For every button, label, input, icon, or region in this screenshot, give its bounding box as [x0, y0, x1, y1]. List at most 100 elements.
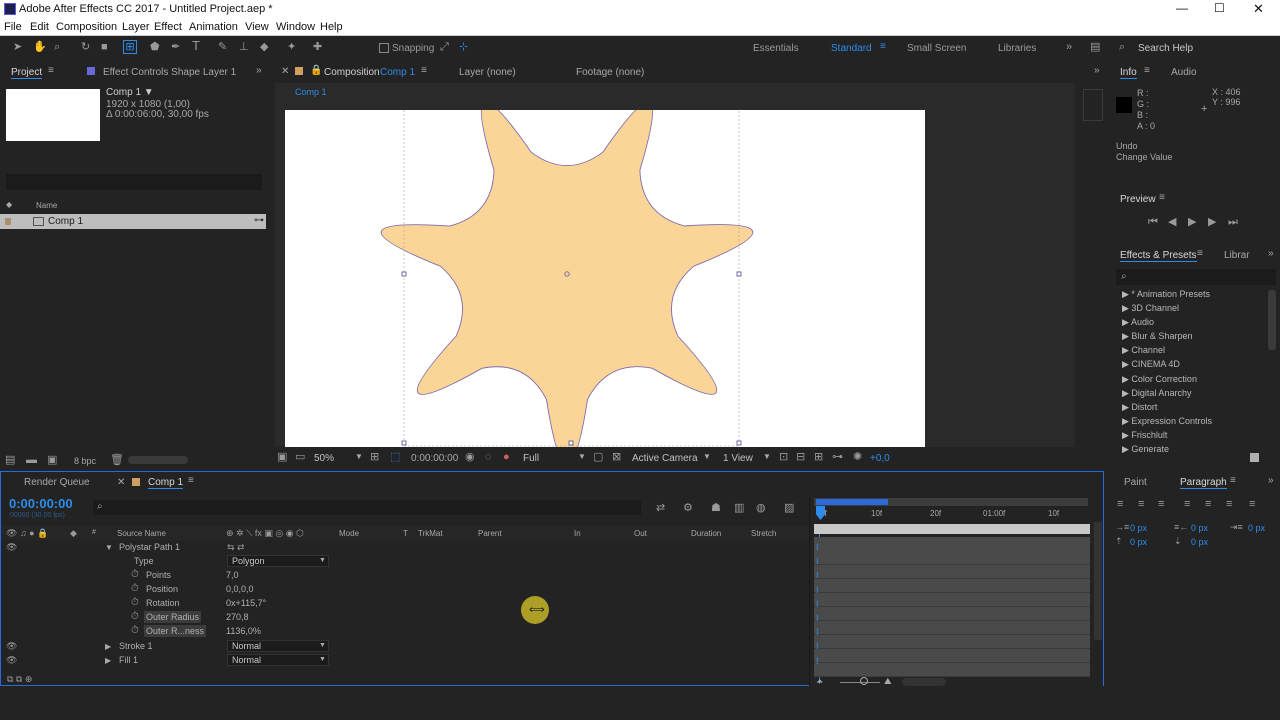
points-value[interactable]: 7,0 [226, 568, 239, 582]
column-stretch[interactable]: Stretch [751, 529, 776, 538]
column-name[interactable]: Name [36, 201, 57, 210]
column-out[interactable]: Out [634, 529, 647, 538]
tab-libraries[interactable]: Librar [1224, 250, 1250, 261]
tab-project[interactable]: Project [11, 67, 43, 79]
tab-effect-controls[interactable]: Effect Controls Shape Layer 1 [103, 67, 236, 78]
flowchart-icon[interactable]: ⊶ [832, 451, 843, 463]
effect-category[interactable]: ▶ Distort [1122, 402, 1157, 413]
menu-file[interactable]: File [4, 21, 22, 33]
delete-icon[interactable]: 🗑 [110, 454, 124, 466]
comp-canvas[interactable] [285, 110, 925, 447]
monitor-icon[interactable]: ▭ [295, 451, 305, 463]
visibility-icon[interactable]: 👁 [6, 541, 17, 553]
search-help-input[interactable]: Search Help [1138, 43, 1193, 54]
selection-tool-icon[interactable]: ➤ [13, 41, 22, 53]
space-before-value[interactable]: 0 px [1130, 537, 1147, 547]
effects-menu-icon[interactable]: ≡ [1197, 248, 1203, 259]
type-select[interactable]: Polygon ▼ [227, 555, 329, 567]
justify-right-icon[interactable]: ≡ [1226, 498, 1232, 510]
project-scrollbar[interactable] [128, 456, 188, 464]
polystar-path-label[interactable]: Polystar Path 1 [119, 540, 180, 554]
panel-layout-icon[interactable]: ▤ [1090, 41, 1100, 53]
stroke-mode-select[interactable]: Normal ▼ [227, 640, 329, 652]
effect-category[interactable]: ▶ Digital Anarchy [1122, 388, 1191, 399]
column-duration[interactable]: Duration [691, 529, 721, 538]
eraser-tool-icon[interactable]: ◆ [260, 41, 268, 53]
roto-brush-tool-icon[interactable]: ✦ [287, 41, 296, 53]
tab-info[interactable]: Info [1120, 67, 1137, 79]
effects-scrollbar[interactable] [1268, 290, 1276, 350]
tab-render-queue[interactable]: Render Queue [24, 477, 90, 488]
effect-category[interactable]: ▶ 3D Channel [1122, 303, 1179, 314]
panel-overflow-icon[interactable]: » [256, 65, 262, 76]
rotation-value[interactable]: 0x+115,7° [226, 596, 266, 610]
outer-radius-value[interactable]: 270,8 [226, 610, 249, 624]
outer-roundness-value[interactable]: 1136,0% [226, 624, 261, 638]
timeline-search-input[interactable] [93, 500, 641, 515]
zoom-tool-icon[interactable]: ⌕ [54, 41, 60, 53]
tab-paragraph[interactable]: Paragraph [1180, 477, 1227, 489]
preview-menu-icon[interactable]: ≡ [1159, 192, 1165, 203]
workspace-overflow-icon[interactable]: » [1066, 41, 1072, 53]
space-after-value[interactable]: 0 px [1191, 537, 1208, 547]
prev-frame-icon[interactable]: ◀ [1168, 216, 1176, 228]
menu-edit[interactable]: Edit [30, 21, 49, 33]
justify-left-icon[interactable]: ≡ [1184, 498, 1190, 510]
always-preview-icon[interactable]: ▣ [277, 451, 287, 463]
exposure-value[interactable]: +0,0 [870, 453, 890, 464]
polystar-expand-icon[interactable]: ▼ [105, 543, 113, 552]
close-tab-icon[interactable]: ✕ [117, 477, 125, 488]
stopwatch-icon[interactable]: ⏱ [131, 597, 139, 609]
tab-audio[interactable]: Audio [1171, 67, 1197, 78]
visibility-icon[interactable]: 👁 [6, 640, 17, 652]
comp-menu-icon[interactable]: ≡ [421, 65, 427, 76]
menu-composition[interactable]: Composition [56, 21, 117, 33]
bit-depth-label[interactable]: 8 bpc [74, 456, 96, 466]
effect-category[interactable]: ▶ Expression Controls [1122, 416, 1212, 427]
workspace-libraries[interactable]: Libraries [998, 43, 1036, 54]
effect-category[interactable]: ▶ Frischlult [1122, 430, 1167, 441]
new-comp-icon[interactable]: ▣ [47, 454, 57, 466]
effect-category[interactable]: ▶ Audio [1122, 317, 1154, 328]
stopwatch-icon[interactable]: ⏱ [131, 625, 139, 637]
reset-exposure-icon[interactable]: ✺ [853, 451, 862, 463]
brush-tool-icon[interactable]: ✎ [218, 41, 227, 53]
tab-timeline-comp[interactable]: Comp 1 [148, 477, 184, 489]
transparency-grid-icon[interactable]: ⊠ [612, 451, 621, 463]
first-frame-icon[interactable]: ⏮ [1148, 216, 1158, 228]
close-icon[interactable]: ✕ [1253, 1, 1264, 17]
zoom-out-icon[interactable]: ⏶ [816, 676, 823, 687]
effects-search-input[interactable] [1116, 269, 1276, 285]
channel-icon[interactable]: ● [503, 451, 510, 463]
column-mode[interactable]: Mode [339, 529, 359, 538]
menu-help[interactable]: Help [320, 21, 343, 33]
graph-editor-icon[interactable]: ▨ [784, 502, 794, 514]
show-snapshot-icon[interactable]: ◌ [485, 451, 492, 463]
tab-layer[interactable]: Layer (none) [459, 67, 516, 78]
horizontal-scrollbar[interactable] [902, 678, 946, 686]
right-overflow-icon[interactable]: » [1094, 65, 1100, 76]
effects-overflow-icon[interactable]: » [1268, 248, 1274, 259]
graph-scrollbar[interactable] [1094, 522, 1102, 640]
path-direction-icon[interactable]: ⇆ ⇄ [227, 541, 245, 553]
puppet-pin-tool-icon[interactable]: ✚ [313, 41, 322, 53]
effect-category[interactable]: ▶ Blur & Sharpen [1122, 331, 1192, 342]
timeline-footer-icons[interactable]: ⧉ ⧉ ⊕ [7, 673, 32, 685]
next-frame-icon[interactable]: ▶ [1208, 216, 1216, 228]
effect-category[interactable]: ▶ CINEMA 4D [1122, 359, 1180, 370]
motion-blur-icon[interactable]: ◍ [756, 502, 766, 514]
ruler-bar[interactable] [814, 524, 1090, 534]
stroke-label[interactable]: Stroke 1 [119, 639, 153, 653]
flowchart-icon[interactable]: ⊶ [254, 215, 264, 226]
draft-3d-icon[interactable]: ⚙ [683, 502, 693, 514]
paragraph-overflow-icon[interactable]: » [1268, 475, 1274, 486]
mask-visibility-icon[interactable]: ⬚ [390, 451, 400, 463]
camera-tool-icon[interactable]: ■ [101, 41, 108, 53]
project-search-input[interactable] [6, 174, 262, 190]
paragraph-menu-icon[interactable]: ≡ [1230, 475, 1236, 486]
toggle-pixel-aspect-icon[interactable]: ⊡ [779, 451, 788, 463]
effect-category[interactable]: ▶ Generate [1122, 444, 1169, 453]
stopwatch-icon[interactable]: ⏱ [131, 583, 139, 595]
shy-layers-icon[interactable]: ☗ [711, 502, 721, 514]
minimize-icon[interactable]: — [1176, 1, 1188, 15]
